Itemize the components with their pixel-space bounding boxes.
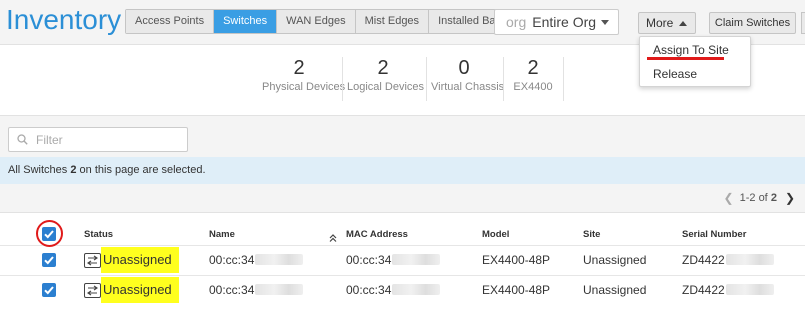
menu-item-assign-to-site[interactable]: Assign To Site <box>653 43 729 57</box>
annotation-underline <box>647 57 724 60</box>
check-icon <box>44 256 54 265</box>
search-icon <box>17 134 28 145</box>
divider <box>426 57 427 101</box>
mac-value: 00:cc:34 <box>346 283 392 297</box>
annotation-circle <box>36 220 63 247</box>
stat-label: Physical Devices <box>262 81 346 93</box>
tab-switches[interactable]: Switches <box>214 10 278 33</box>
overflow-button[interactable] <box>801 12 805 34</box>
tab-access-points[interactable]: Access Points <box>126 10 215 33</box>
cell-serial: ZD4422 <box>682 253 774 267</box>
filter-placeholder: Filter <box>36 132 63 147</box>
claim-switches-button[interactable]: Claim Switches <box>709 12 796 34</box>
pager-total: 2 <box>770 192 777 204</box>
status-unassigned: Unassigned <box>101 277 179 303</box>
redacted-text <box>725 284 774 295</box>
stat-label: Virtual Chassis <box>431 81 505 93</box>
cell-serial: ZD4422 <box>682 283 774 297</box>
page-title: Inventory <box>6 4 122 35</box>
mac-value: 00:cc:34 <box>346 253 392 267</box>
banner-prefix: All Switches <box>8 164 68 176</box>
sort-icon[interactable] <box>328 233 338 243</box>
menu-item-release[interactable]: Release <box>653 67 697 81</box>
table-row[interactable]: Unassigned 00:cc:34 00:cc:34 EX4400-48P … <box>0 275 805 305</box>
stat-label: EX4400 <box>513 81 553 93</box>
pagination: ❮ 1-2 of 2 ❯ <box>724 191 795 205</box>
stat-value: 2 <box>527 57 539 79</box>
switch-icon <box>84 283 101 298</box>
more-button-label: More <box>646 16 674 30</box>
stat-physical-devices: 2 Physical Devices <box>262 57 346 93</box>
stat-logical-devices: 2 Logical Devices <box>347 57 425 93</box>
tab-wan-edges[interactable]: WAN Edges <box>277 10 356 33</box>
redacted-text <box>725 254 774 265</box>
banner-count: 2 <box>70 164 77 176</box>
more-button[interactable]: More <box>638 12 696 34</box>
redacted-text <box>392 284 441 295</box>
column-header-site[interactable]: Site <box>583 229 600 240</box>
cell-model: EX4400-48P <box>482 253 551 267</box>
inventory-page: Inventory Access Points Switches WAN Edg… <box>0 0 805 311</box>
name-value: 00:cc:34 <box>209 253 255 267</box>
cell-mac: 00:cc:34 <box>346 283 441 297</box>
divider <box>503 57 504 101</box>
switch-icon <box>84 253 101 268</box>
device-type-tabs: Access Points Switches WAN Edges Mist Ed… <box>125 9 518 34</box>
stat-value: 0 <box>458 57 470 79</box>
row-checkbox[interactable] <box>42 283 56 297</box>
cell-name: 00:cc:34 <box>209 253 304 267</box>
switches-table: Status Name MAC Address Model Site Seria… <box>0 212 805 311</box>
cell-model: EX4400-48P <box>482 283 551 297</box>
cell-name: 00:cc:34 <box>209 283 304 297</box>
status-unassigned: Unassigned <box>101 247 179 273</box>
divider <box>563 57 564 101</box>
name-value: 00:cc:34 <box>209 283 255 297</box>
column-header-model[interactable]: Model <box>482 229 509 240</box>
table-row[interactable]: Unassigned 00:cc:34 00:cc:34 EX4400-48P … <box>0 245 805 275</box>
pager-range: 1-2 of <box>739 192 768 204</box>
chevron-right-icon[interactable]: ❯ <box>785 191 795 205</box>
filter-input[interactable]: Filter <box>8 127 188 152</box>
redacted-text <box>255 254 304 265</box>
divider <box>342 57 343 101</box>
org-selector-value: Entire Org <box>532 14 597 30</box>
redacted-text <box>255 284 304 295</box>
org-selector-label: org <box>506 14 527 30</box>
serial-value: ZD4422 <box>682 253 725 267</box>
redacted-text <box>392 254 441 265</box>
stat-value: 2 <box>293 57 305 79</box>
check-icon <box>44 286 54 295</box>
stat-ex4400: 2 EX4400 <box>509 57 557 93</box>
stat-value: 2 <box>377 57 389 79</box>
column-header-status[interactable]: Status <box>84 229 113 240</box>
org-selector[interactable]: org Entire Org <box>494 9 619 35</box>
cell-mac: 00:cc:34 <box>346 253 441 267</box>
stat-label: Logical Devices <box>347 81 425 93</box>
more-dropdown-menu: Assign To Site Release <box>639 36 751 87</box>
chevron-up-icon <box>679 21 687 26</box>
stat-virtual-chassis: 0 Virtual Chassis <box>431 57 505 93</box>
chevron-down-icon <box>601 20 609 25</box>
column-header-mac[interactable]: MAC Address <box>346 229 408 240</box>
chevron-left-icon[interactable]: ❮ <box>724 191 734 205</box>
selection-banner: All Switches 2 on this page are selected… <box>0 157 805 184</box>
banner-suffix: on this page are selected. <box>79 164 206 176</box>
serial-value: ZD4422 <box>682 283 725 297</box>
tab-mist-edges[interactable]: Mist Edges <box>355 10 430 33</box>
row-checkbox[interactable] <box>42 253 56 267</box>
cell-site: Unassigned <box>583 253 647 267</box>
column-header-serial[interactable]: Serial Number <box>682 229 746 240</box>
cell-site: Unassigned <box>583 283 647 297</box>
column-header-name[interactable]: Name <box>209 229 235 240</box>
